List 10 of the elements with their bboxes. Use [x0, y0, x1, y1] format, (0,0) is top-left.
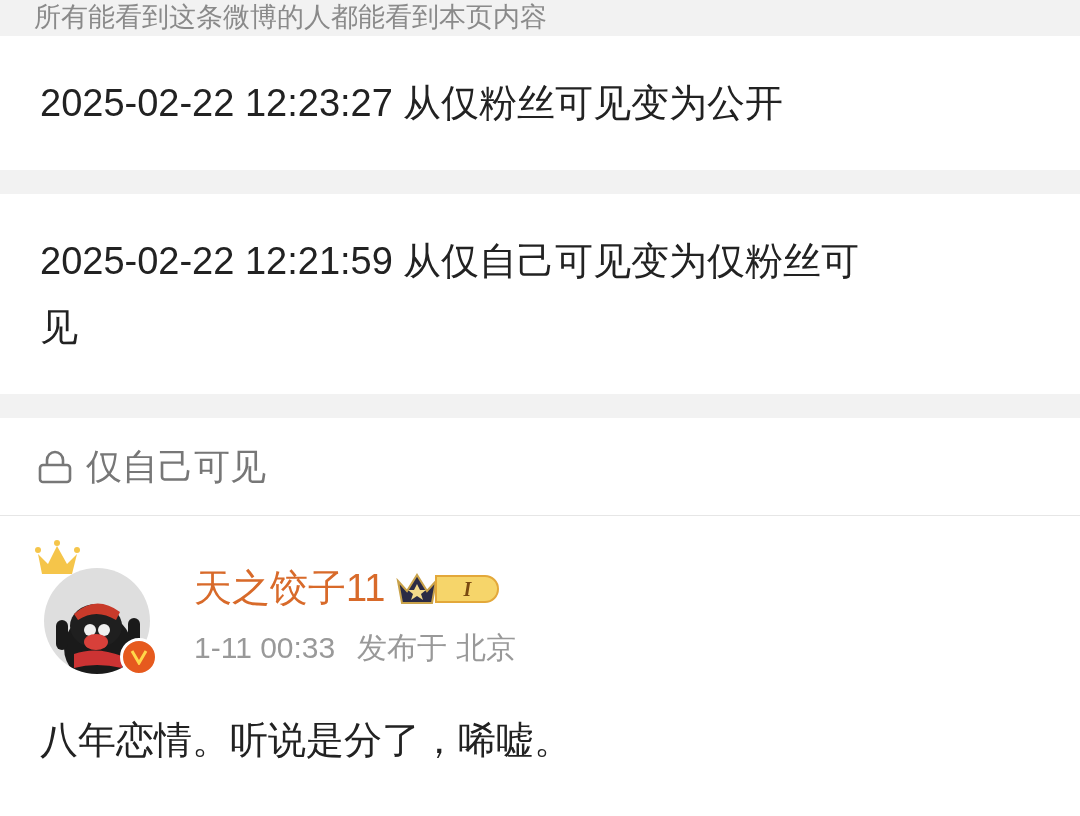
post-location: 发布于 北京	[357, 630, 516, 666]
post-time: 1-11 00:33	[194, 630, 336, 666]
visibility-note: 所有能看到这条微博的人都能看到本页内容	[34, 2, 547, 32]
history-entry: 2025-02-22 12:23:27 从仅粉丝可见变为公开	[40, 81, 784, 126]
history-entry: 2025-02-22 12:21:59 从仅自己可见变为仅粉丝可见	[40, 239, 861, 350]
post-text: 八年恋情。听说是分了，唏嘘。	[39, 718, 573, 763]
level-badge: I	[435, 574, 500, 603]
visibility-label: 仅自己可见	[86, 444, 266, 489]
author-name[interactable]: 天之饺子11	[194, 560, 386, 617]
lock-icon	[38, 449, 72, 484]
